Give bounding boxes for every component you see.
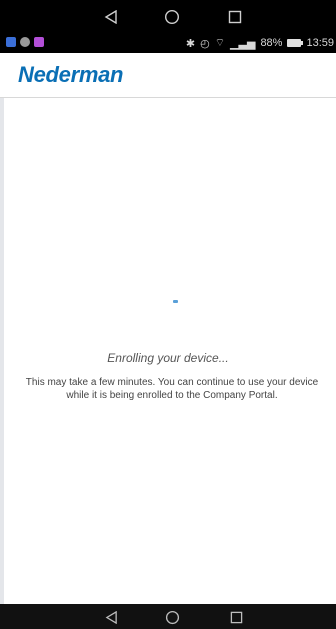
top-navigation-bar [0,0,336,33]
alarm-icon: ◴ [200,37,210,50]
signal-icon: ▁▃▅ [230,37,256,50]
back-triangle-icon[interactable] [100,6,122,28]
status-indicators: ✱ ◴ ⌔ ▁▃▅ 88% 13:59 [186,36,334,50]
enrollment-description: This may take a few minutes. You can con… [25,377,319,401]
notification-app-icon [34,37,44,47]
home-circle-icon[interactable] [161,6,183,28]
battery-percent: 88% [260,37,283,49]
loading-spinner-icon [173,300,178,303]
notification-app-icon [6,37,16,47]
notification-icons [6,37,44,47]
home-circle-icon[interactable] [162,607,182,627]
recents-square-icon[interactable] [224,6,246,28]
back-triangle-icon[interactable] [101,607,121,627]
notification-gear-icon [20,37,30,47]
app-header: Nederman [0,53,336,98]
battery-icon [287,39,304,47]
enrollment-content: Enrolling your device... This may take a… [0,98,336,604]
bottom-navigation-bar [0,604,336,629]
recents-square-icon[interactable] [226,607,246,627]
brand-logo: Nederman [18,62,124,87]
enrollment-title: Enrolling your device... [107,351,229,365]
wifi-icon: ⌔ [214,37,226,49]
clock: 13:59 [306,37,334,49]
bluetooth-icon: ✱ [185,37,196,50]
phone-screen: ✱ ◴ ⌔ ▁▃▅ 88% 13:59 Nederman Enrolling y… [0,0,336,629]
status-bar: ✱ ◴ ⌔ ▁▃▅ 88% 13:59 [0,33,336,53]
